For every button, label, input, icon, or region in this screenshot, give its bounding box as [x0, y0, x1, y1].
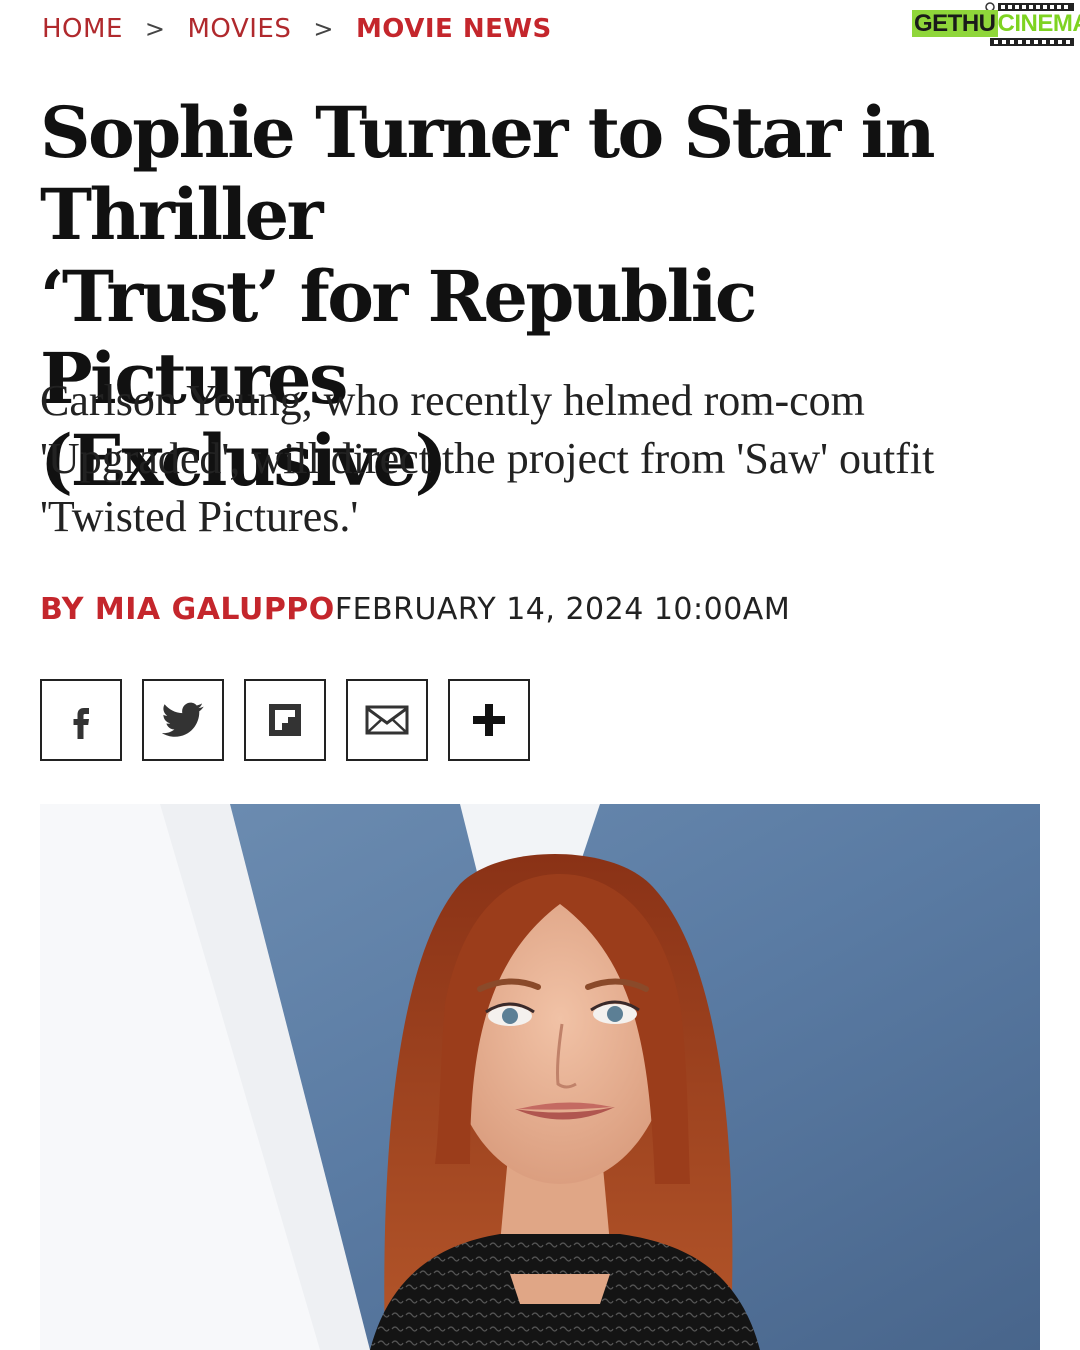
byline: BY MIA GALUPPOFEBRUARY 14, 2024 10:00AM [40, 592, 790, 627]
facebook-icon [73, 708, 89, 739]
logo-text: GETHUCINEMA [912, 10, 1080, 38]
flipboard-icon [269, 704, 301, 736]
share-more-button[interactable] [448, 679, 530, 761]
article-dek-line: Carlson Young, who recently helmed rom-c… [40, 376, 865, 425]
share-flipboard-button[interactable] [244, 679, 326, 761]
share-bar [40, 679, 530, 761]
article-dek-line: 'Upgraded', will direct the project from… [40, 434, 935, 483]
hero-photo-illustration [40, 804, 1040, 1350]
email-icon [365, 705, 409, 735]
byline-date: FEBRUARY 14, 2024 10:00AM [334, 592, 791, 627]
logo-text-part2: CINEMA [997, 10, 1080, 37]
twitter-icon [162, 702, 204, 737]
plus-icon [473, 704, 505, 736]
byline-author-link[interactable]: BY MIA GALUPPO [40, 592, 335, 627]
breadcrumb-movies-link[interactable]: MOVIES [188, 14, 292, 44]
article-dek: Carlson Young, who recently helmed rom-c… [40, 372, 1040, 546]
gethu-cinema-logo: GETHUCINEMA [912, 2, 1080, 46]
share-email-button[interactable] [346, 679, 428, 761]
logo-text-part1: GETHU [912, 10, 998, 37]
breadcrumb: HOME > MOVIES > MOVIE NEWS [42, 14, 552, 44]
film-strip-icon [990, 38, 1074, 46]
breadcrumb-movie-news-link[interactable]: MOVIE NEWS [356, 14, 552, 44]
article-hero-image [40, 804, 1040, 1350]
share-twitter-button[interactable] [142, 679, 224, 761]
article-dek-line: 'Twisted Pictures.' [40, 492, 359, 541]
breadcrumb-separator: > [144, 15, 166, 43]
breadcrumb-home-link[interactable]: HOME [42, 14, 123, 44]
share-facebook-button[interactable] [40, 679, 122, 761]
breadcrumb-separator: > [313, 15, 334, 43]
article-title-line: Sophie Turner to Star in Thriller [40, 91, 936, 256]
